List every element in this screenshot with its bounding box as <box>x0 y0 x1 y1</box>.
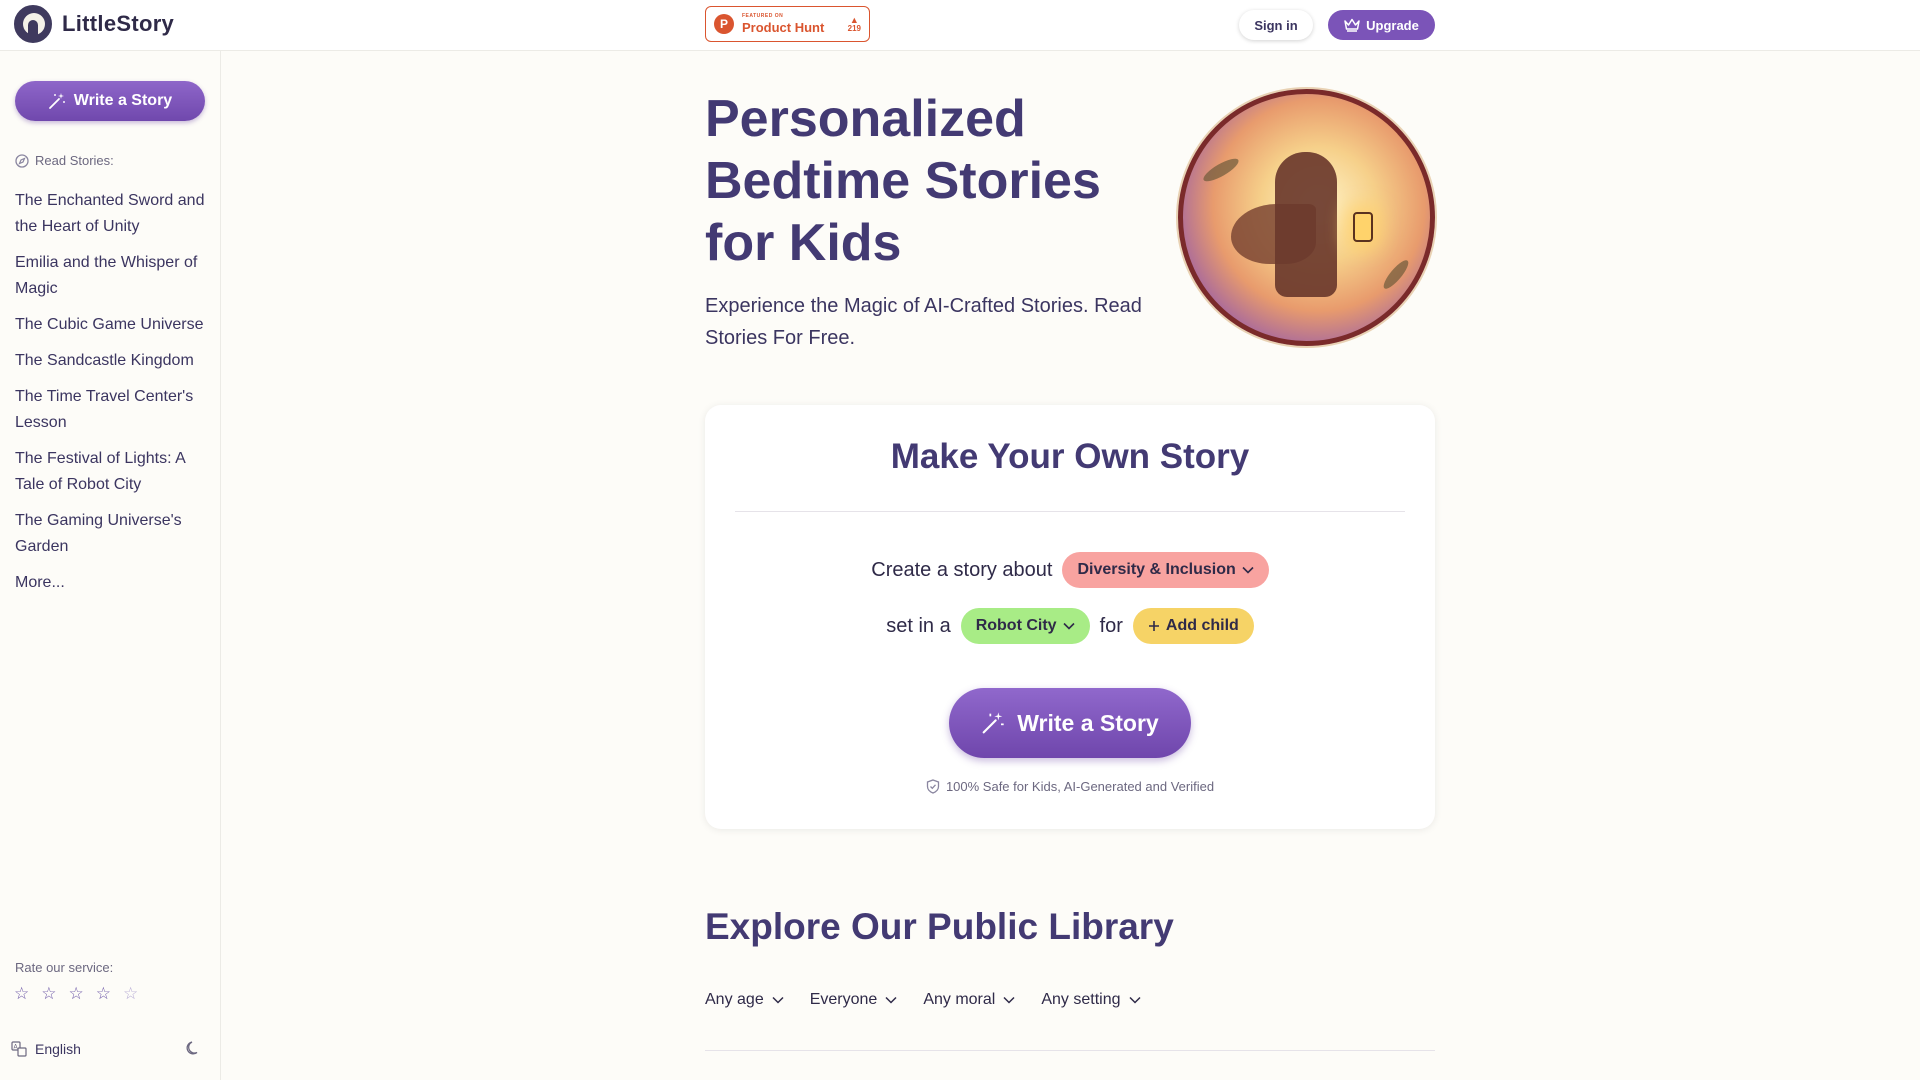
read-stories-label: Read Stories: <box>35 153 114 168</box>
story-link[interactable]: Emilia and the Whisper of Magic <box>15 250 210 302</box>
story-link[interactable]: The Gaming Universe's Garden <box>15 508 210 560</box>
chevron-down-icon <box>885 996 897 1004</box>
product-hunt-badge[interactable]: P FEATURED ON Product Hunt ▲ 219 <box>705 6 870 42</box>
story-link[interactable]: The Time Travel Center's Lesson <box>15 384 210 436</box>
make-story-title: Make Your Own Story <box>890 437 1250 476</box>
topic-dropdown[interactable]: Diversity & Inclusion <box>1062 552 1269 588</box>
audience-filter-label: Everyone <box>809 991 878 1008</box>
card-divider <box>735 511 1405 512</box>
safety-note-text: 100% Safe for Kids, AI-Generated and Ver… <box>945 779 1215 794</box>
story-list: The Enchanted Sword and the Heart of Uni… <box>15 188 210 606</box>
story-link[interactable]: The Sandcastle Kingdom <box>15 348 210 374</box>
chevron-down-icon <box>1003 996 1015 1004</box>
setting-dropdown[interactable]: Robot City <box>960 608 1090 644</box>
setting-filter-label: Any setting <box>1041 991 1121 1008</box>
hero-subtitle: Experience the Magic of AI-Crafted Stori… <box>705 295 1142 349</box>
chevron-down-icon <box>1062 622 1075 630</box>
translate-icon: A <box>11 1041 27 1057</box>
read-stories-heading: Read Stories: <box>15 153 114 168</box>
age-filter[interactable]: Any age <box>705 991 784 1009</box>
theme-toggle[interactable] <box>186 1040 202 1056</box>
product-hunt-name: Product Hunt <box>742 20 825 35</box>
hero-illustration <box>1178 89 1435 346</box>
audience-filter[interactable]: Everyone <box>810 991 898 1009</box>
add-child-button[interactable]: Add child <box>1132 608 1254 644</box>
sidebar-write-story-button[interactable]: Write a Story <box>15 81 205 121</box>
plus-icon <box>1148 621 1159 631</box>
library-divider <box>705 1050 1435 1051</box>
magic-wand-icon <box>48 93 65 109</box>
safety-note: 100% Safe for Kids, AI-Generated and Ver… <box>705 779 1435 794</box>
set-in-text: set in a <box>886 614 951 637</box>
hero-title: Personalized Bedtime Stories for Kids <box>705 90 1101 272</box>
age-filter-label: Any age <box>705 991 764 1008</box>
product-hunt-votes: 219 <box>847 23 861 33</box>
library-title: Explore Our Public Library <box>705 906 1174 947</box>
setting-value: Robot City <box>975 617 1057 634</box>
upgrade-button[interactable]: Upgrade <box>1328 10 1435 40</box>
more-stories-link[interactable]: More... <box>15 574 65 591</box>
setting-filter[interactable]: Any setting <box>1041 991 1141 1009</box>
lantern-icon <box>1353 212 1373 242</box>
product-hunt-featured: FEATURED ON <box>742 13 784 19</box>
star-4-icon[interactable]: ☆ <box>96 985 111 1002</box>
top-bar: LittleStory P FEATURED ON Product Hunt ▲… <box>0 0 1920 51</box>
topic-value: Diversity & Inclusion <box>1077 561 1236 578</box>
star-5-icon[interactable]: ☆ <box>123 985 138 1002</box>
star-3-icon[interactable]: ☆ <box>69 985 84 1002</box>
rate-service-label: Rate our service: <box>15 960 114 975</box>
story-link[interactable]: The Enchanted Sword and the Heart of Uni… <box>15 188 210 240</box>
write-story-button[interactable]: Write a Story <box>949 688 1191 758</box>
write-story-label: Write a Story <box>1017 709 1159 736</box>
for-text: for <box>1099 614 1123 637</box>
make-story-card: Make Your Own Story Create a story about… <box>705 405 1435 829</box>
moral-filter-label: Any moral <box>923 991 996 1008</box>
language-selector[interactable]: A English <box>11 1041 81 1057</box>
sidebar: Write a Story Read Stories: The Enchante… <box>0 51 221 1080</box>
upgrade-label: Upgrade <box>1366 17 1419 33</box>
child-silhouette-logo-icon <box>14 5 52 43</box>
star-1-icon[interactable]: ☆ <box>14 985 29 1002</box>
product-hunt-icon: P <box>714 14 734 34</box>
star-2-icon[interactable]: ☆ <box>41 985 56 1002</box>
magic-wand-icon <box>982 712 1004 734</box>
chevron-down-icon <box>1128 996 1141 1004</box>
story-link[interactable]: The Cubic Game Universe <box>15 312 210 338</box>
story-link[interactable]: The Festival of Lights: A Tale of Robot … <box>15 446 210 498</box>
add-child-label: Add child <box>1165 617 1239 634</box>
create-story-text: Create a story about <box>871 558 1053 581</box>
crown-icon <box>1344 18 1360 32</box>
story-setting-row: set in a Robot City for Add child <box>705 608 1435 644</box>
shield-check-icon <box>926 779 940 794</box>
chevron-down-icon <box>772 996 784 1004</box>
compass-icon <box>15 153 29 168</box>
moon-icon <box>186 1041 198 1055</box>
story-topic-row: Create a story about Diversity & Inclusi… <box>705 552 1435 588</box>
moral-filter[interactable]: Any moral <box>923 991 1015 1009</box>
rating-stars: ☆ ☆ ☆ ☆ ☆ <box>14 985 138 1002</box>
brand-name: LittleStory <box>62 11 175 36</box>
language-label: English <box>35 1041 81 1057</box>
chevron-down-icon <box>1242 566 1254 574</box>
library-filters: Any age Everyone Any moral Any setting <box>705 991 1141 1009</box>
brand-logo[interactable]: LittleStory <box>14 5 174 43</box>
sidebar-write-story-label: Write a Story <box>73 92 173 109</box>
sign-in-button[interactable]: Sign in <box>1239 10 1313 40</box>
